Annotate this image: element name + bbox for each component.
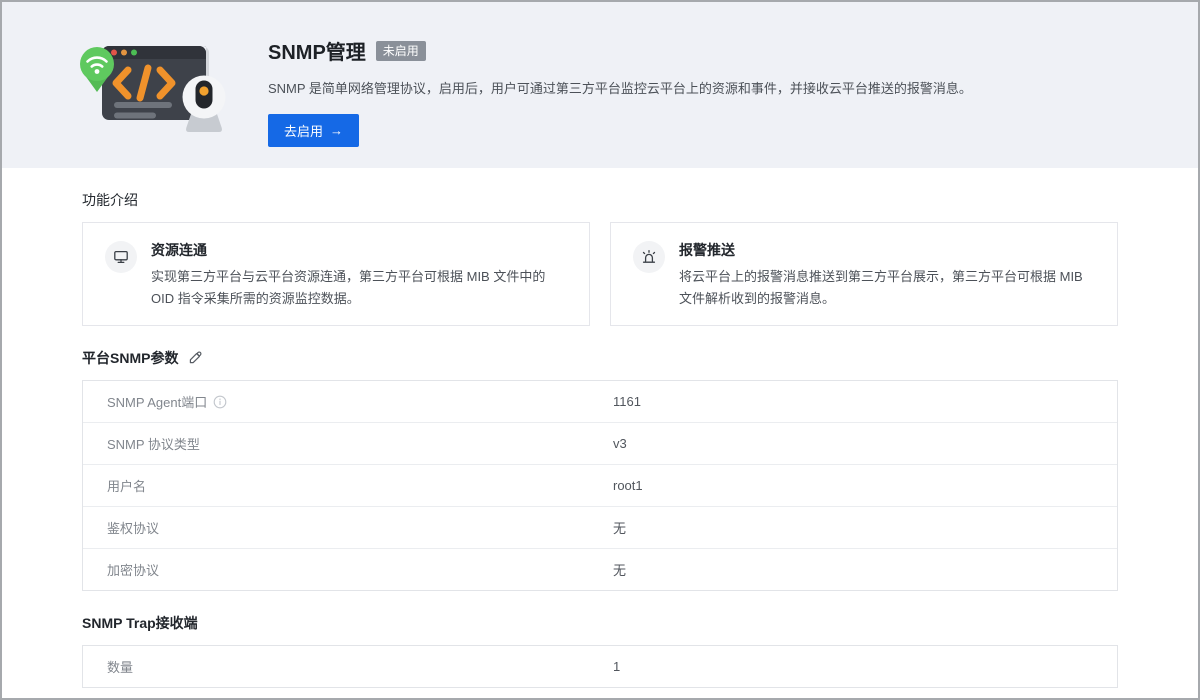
param-value: v3 <box>613 436 1117 451</box>
snmp-illustration <box>76 26 246 148</box>
status-badge: 未启用 <box>376 41 426 61</box>
code-window-illustration <box>76 26 246 148</box>
page-header-banner: SNMP管理 未启用 SNMP 是简单网络管理协议，启用后，用户可通过第三方平台… <box>2 2 1198 168</box>
feature-card-title: 资源连通 <box>151 240 567 260</box>
snmp-params-section-title: 平台SNMP参数 <box>82 348 178 368</box>
hero-main: SNMP管理 未启用 SNMP 是简单网络管理协议，启用后，用户可通过第三方平台… <box>268 2 972 168</box>
table-row: SNMP Agent端口 1161 <box>83 381 1117 423</box>
param-value: root1 <box>613 478 1117 493</box>
trap-receiver-table: 数量 1 <box>82 645 1118 688</box>
param-label: 数量 <box>107 657 133 676</box>
arrow-right-icon: → <box>330 123 343 138</box>
table-row: 数量 1 <box>83 646 1117 687</box>
param-label: 鉴权协议 <box>107 518 159 537</box>
page-title: SNMP管理 <box>268 36 366 65</box>
page-description: SNMP 是简单网络管理协议，启用后，用户可通过第三方平台监控云平台上的资源和事… <box>268 78 972 97</box>
snmp-params-section-header: 平台SNMP参数 <box>82 348 1118 368</box>
param-label: 加密协议 <box>107 560 159 579</box>
features-section-title: 功能介绍 <box>82 190 1118 210</box>
snmp-params-table: SNMP Agent端口 1161 SNMP 协议类型 v3 用户名 root1… <box>82 380 1118 591</box>
feature-card-body: 资源连通 实现第三方平台与云平台资源连通，第三方平台可根据 MIB 文件中的 O… <box>151 240 567 310</box>
table-row: 用户名 root1 <box>83 465 1117 507</box>
trap-receiver-section-title: SNMP Trap接收端 <box>82 613 1118 633</box>
feature-card-title: 报警推送 <box>679 240 1095 260</box>
feature-card-resource: 资源连通 实现第三方平台与云平台资源连通，第三方平台可根据 MIB 文件中的 O… <box>82 222 590 326</box>
feature-card-body: 报警推送 将云平台上的报警消息推送到第三方平台展示，第三方平台可根据 MIB 文… <box>679 240 1095 310</box>
pencil-icon[interactable] <box>188 351 202 365</box>
param-label: SNMP 协议类型 <box>107 434 200 453</box>
alarm-icon <box>633 241 665 273</box>
table-row: 鉴权协议 无 <box>83 507 1117 549</box>
page-content: 功能介绍 资源连通 实现第三方平台与云平台资源连通，第三方平台可根据 MIB 文… <box>2 190 1198 688</box>
param-value: 无 <box>613 518 1117 537</box>
table-row: 加密协议 无 <box>83 549 1117 590</box>
feature-card-alarm: 报警推送 将云平台上的报警消息推送到第三方平台展示，第三方平台可根据 MIB 文… <box>610 222 1118 326</box>
table-row: SNMP 协议类型 v3 <box>83 423 1117 465</box>
param-value: 1161 <box>613 394 1117 409</box>
monitor-icon <box>105 241 137 273</box>
info-icon[interactable] <box>213 395 227 409</box>
feature-card-description: 实现第三方平台与云平台资源连通，第三方平台可根据 MIB 文件中的 OID 指令… <box>151 266 567 310</box>
hero-title-row: SNMP管理 未启用 <box>268 36 972 65</box>
feature-cards: 资源连通 实现第三方平台与云平台资源连通，第三方平台可根据 MIB 文件中的 O… <box>82 222 1118 326</box>
snmp-management-page: { "hero": { "title": "SNMP管理", "badge": … <box>0 0 1200 700</box>
feature-card-description: 将云平台上的报警消息推送到第三方平台展示，第三方平台可根据 MIB 文件解析收到… <box>679 266 1095 310</box>
enable-button-label: 去启用 <box>284 121 323 140</box>
param-value: 无 <box>613 560 1117 579</box>
param-label: 用户名 <box>107 476 146 495</box>
enable-button[interactable]: 去启用 → <box>268 114 359 147</box>
param-label: SNMP Agent端口 <box>107 392 207 411</box>
param-value: 1 <box>613 659 1117 674</box>
